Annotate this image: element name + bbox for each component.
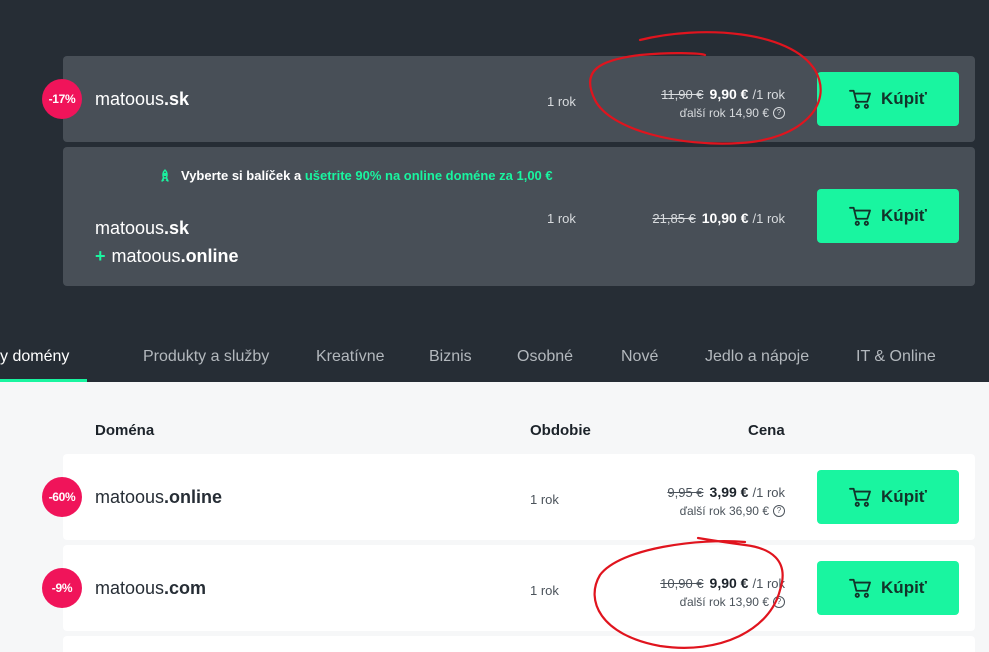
- old-price: 21,85 €: [652, 211, 696, 226]
- domain-tld: .online: [180, 246, 239, 266]
- price-line: 21,85 € 10,90 €/1 rok: [652, 210, 785, 226]
- cart-icon: [849, 578, 871, 598]
- domain-tld: .sk: [164, 89, 190, 109]
- old-price: 10,90 €: [660, 576, 704, 591]
- renewal-price: ďalší rok 13,90 €?: [680, 595, 785, 609]
- row-domain-name[interactable]: matoous.online: [95, 487, 222, 508]
- price-period: /1 rok: [752, 211, 785, 226]
- renewal-text: ďalší rok 13,90 €: [679, 595, 769, 609]
- domain-tld: .com: [164, 578, 207, 598]
- plus-sign: +: [95, 246, 106, 266]
- rocket-icon: [161, 169, 169, 182]
- price-line: 9,95 € 3,99 €/1 rok: [667, 484, 785, 500]
- price-period: /1 rok: [752, 485, 785, 500]
- featured-domain-name[interactable]: matoous.sk: [95, 89, 189, 110]
- bundle-domain-2[interactable]: + matoous.online: [95, 246, 239, 267]
- domain-base: matoous: [95, 218, 165, 238]
- help-icon[interactable]: ?: [773, 596, 785, 608]
- period: 1 rok: [530, 583, 559, 598]
- current-price: 9,90 €: [709, 86, 749, 102]
- renewal-text: ďalší rok 36,90 €: [679, 504, 769, 518]
- renewal-price: ďalší rok 14,90 €?: [680, 106, 785, 120]
- buy-button[interactable]: Kúpiť: [817, 189, 959, 243]
- promo-highlight: ušetrite 90% na online doméne za 1,00 €: [304, 168, 553, 183]
- active-tab-indicator: [0, 379, 87, 382]
- category-tabs: y domény Produkty a služby Kreatívne Biz…: [0, 334, 989, 382]
- table-row: [63, 636, 975, 652]
- bundle-domain-1[interactable]: matoous.sk: [95, 218, 189, 239]
- buy-label: Kúpiť: [881, 487, 927, 506]
- domain-base: matoous: [95, 89, 165, 109]
- tab-business[interactable]: Biznis: [429, 348, 472, 366]
- row-domain-name[interactable]: matoous.com: [95, 578, 206, 599]
- old-price: 9,95 €: [667, 485, 704, 500]
- period: 1 rok: [530, 492, 559, 507]
- buy-label: Kúpiť: [881, 578, 927, 597]
- buy-label: Kúpiť: [881, 89, 927, 108]
- tab-new[interactable]: Nové: [621, 348, 658, 366]
- current-price: 9,90 €: [709, 575, 749, 591]
- domain-base: matoous: [95, 578, 165, 598]
- current-price: 10,90 €: [701, 210, 749, 226]
- tab-it-online[interactable]: IT & Online: [856, 348, 936, 366]
- help-icon[interactable]: ?: [773, 505, 785, 517]
- domain-tld: .sk: [164, 218, 190, 238]
- cart-icon: [849, 89, 871, 109]
- domain-tld: .online: [164, 487, 223, 507]
- price-period: /1 rok: [752, 87, 785, 102]
- tab-food-drinks[interactable]: Jedlo a nápoje: [705, 348, 809, 366]
- tab-personal[interactable]: Osobné: [517, 348, 573, 366]
- cart-icon: [849, 206, 871, 226]
- old-price: 11,90 €: [661, 87, 704, 102]
- promo-prefix: Vyberte si balíček a: [181, 168, 305, 183]
- help-icon[interactable]: ?: [773, 107, 785, 119]
- cart-icon: [849, 487, 871, 507]
- buy-button[interactable]: Kúpiť: [817, 561, 959, 615]
- current-price: 3,99 €: [709, 484, 749, 500]
- renewal-text: ďalší rok 14,90 €: [679, 106, 769, 120]
- column-header-price: Cena: [748, 422, 785, 439]
- promo-text: Vyberte si balíček a ušetrite 90% na onl…: [158, 165, 558, 187]
- price-line: 10,90 € 9,90 €/1 rok: [660, 575, 785, 591]
- buy-button[interactable]: Kúpiť: [817, 72, 959, 126]
- column-header-domain: Doména: [95, 422, 155, 439]
- domain-base: matoous: [95, 487, 165, 507]
- tab-popular-domains[interactable]: y domény: [0, 348, 69, 366]
- domain-base: matoous: [111, 246, 181, 266]
- discount-badge: -9%: [42, 568, 82, 608]
- tab-creative[interactable]: Kreatívne: [316, 348, 384, 366]
- discount-badge: -60%: [42, 477, 82, 517]
- column-header-period: Obdobie: [530, 422, 591, 439]
- buy-button[interactable]: Kúpiť: [817, 470, 959, 524]
- period: 1 rok: [547, 94, 576, 109]
- buy-label: Kúpiť: [881, 206, 927, 225]
- price-line: 11,90 € 9,90 €/1 rok: [661, 86, 785, 102]
- discount-badge: -17%: [42, 79, 82, 119]
- renewal-price: ďalší rok 36,90 €?: [680, 504, 785, 518]
- period: 1 rok: [547, 211, 576, 226]
- price-period: /1 rok: [752, 576, 785, 591]
- tab-products-services[interactable]: Produkty a služby: [143, 348, 269, 366]
